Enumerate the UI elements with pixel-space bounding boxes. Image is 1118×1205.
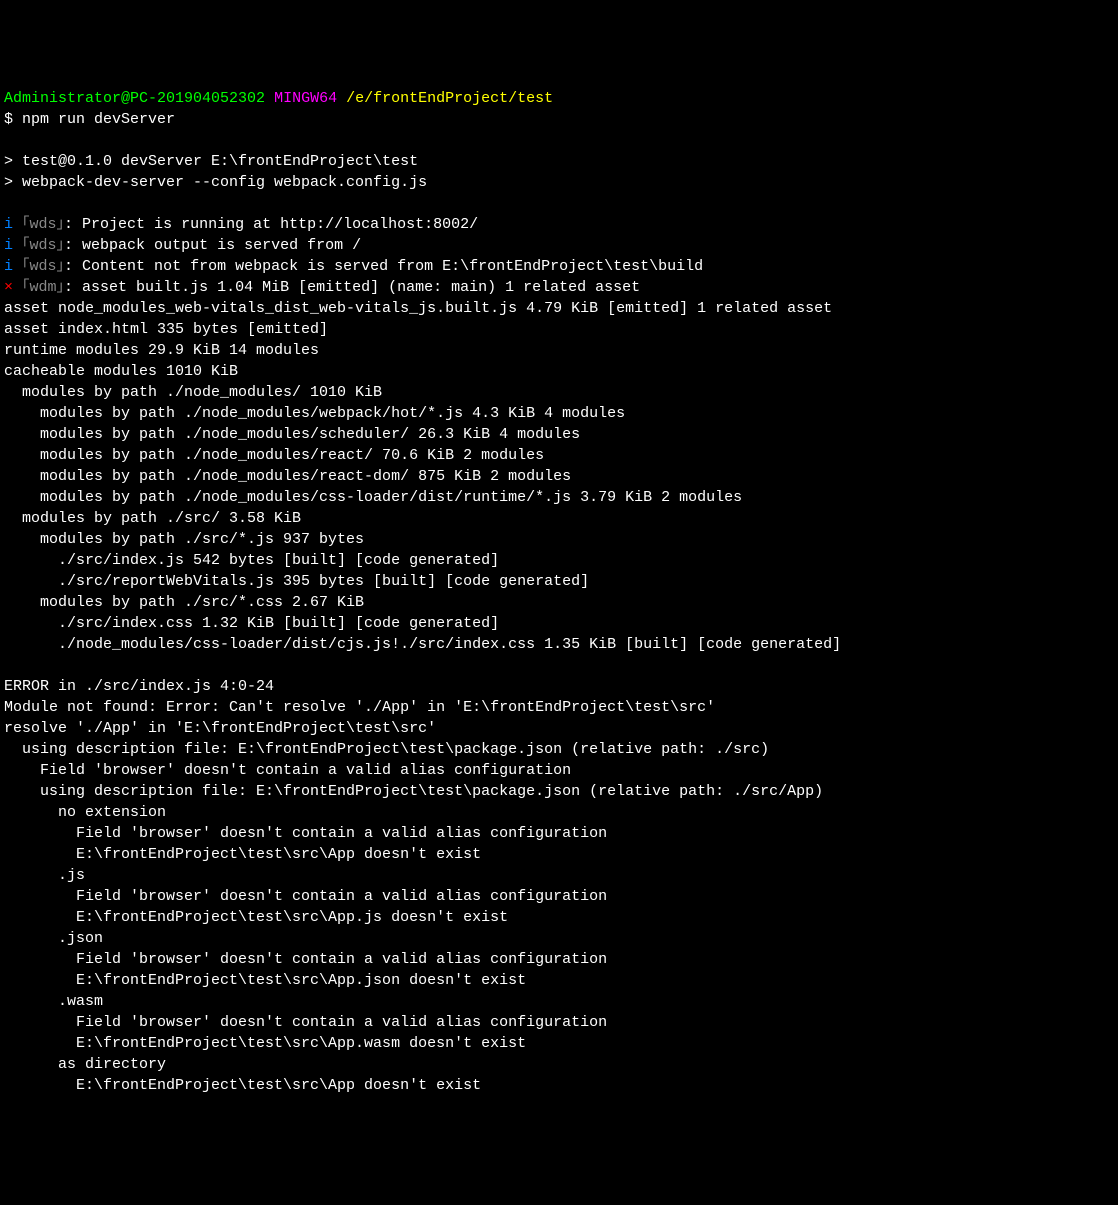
error-line: E:\frontEndProject\test\src\App.json doe… bbox=[4, 970, 1114, 991]
wds-prefix: ｢wds｣ bbox=[22, 216, 64, 233]
error-line: Field 'browser' doesn't contain a valid … bbox=[4, 1012, 1114, 1033]
user-host: Administrator@PC-201904052302 bbox=[4, 90, 265, 107]
error-line: using description file: E:\frontEndProje… bbox=[4, 781, 1114, 802]
error-line: E:\frontEndProject\test\src\App doesn't … bbox=[4, 1075, 1114, 1096]
env: MINGW64 bbox=[274, 90, 337, 107]
wds-text: : webpack output is served from / bbox=[64, 237, 361, 254]
wds-prefix: ｢wds｣ bbox=[22, 258, 64, 275]
module-line: modules by path ./node_modules/scheduler… bbox=[4, 424, 1114, 445]
error-line: as directory bbox=[4, 1054, 1114, 1075]
module-line: modules by path ./node_modules/css-loade… bbox=[4, 487, 1114, 508]
wdm-text: : asset built.js 1.04 MiB [emitted] (nam… bbox=[64, 279, 640, 296]
module-line: modules by path ./src/ 3.58 KiB bbox=[4, 508, 1114, 529]
error-line: E:\frontEndProject\test\src\App.wasm doe… bbox=[4, 1033, 1114, 1054]
module-line: modules by path ./src/*.js 937 bytes bbox=[4, 529, 1114, 550]
error-line: Module not found: Error: Can't resolve '… bbox=[4, 697, 1114, 718]
runtime-line: runtime modules 29.9 KiB 14 modules bbox=[4, 340, 1114, 361]
error-line: .wasm bbox=[4, 991, 1114, 1012]
error-line: no extension bbox=[4, 802, 1114, 823]
wds-text: : Content not from webpack is served fro… bbox=[64, 258, 703, 275]
asset-line: asset index.html 335 bytes [emitted] bbox=[4, 319, 1114, 340]
prompt-symbol: $ bbox=[4, 111, 13, 128]
command-line: $ npm run devServer bbox=[4, 109, 1114, 130]
error-line: resolve './App' in 'E:\frontEndProject\t… bbox=[4, 718, 1114, 739]
error-line: using description file: E:\frontEndProje… bbox=[4, 739, 1114, 760]
cacheable-line: cacheable modules 1010 KiB bbox=[4, 361, 1114, 382]
wds-line-2: i ｢wds｣: webpack output is served from / bbox=[4, 235, 1114, 256]
command: npm run devServer bbox=[22, 111, 175, 128]
error-line: .json bbox=[4, 928, 1114, 949]
module-line: modules by path ./node_modules/webpack/h… bbox=[4, 403, 1114, 424]
error-line: E:\frontEndProject\test\src\App doesn't … bbox=[4, 844, 1114, 865]
wdm-prefix: ｢wdm｣ bbox=[22, 279, 64, 296]
wds-text: : Project is running at http://localhost… bbox=[64, 216, 478, 233]
blank bbox=[4, 655, 1114, 676]
blank bbox=[4, 193, 1114, 214]
info-icon: i bbox=[4, 258, 13, 275]
error-line: .js bbox=[4, 865, 1114, 886]
info-icon: i bbox=[4, 237, 13, 254]
module-line: modules by path ./node_modules/react-dom… bbox=[4, 466, 1114, 487]
error-line: Field 'browser' doesn't contain a valid … bbox=[4, 823, 1114, 844]
module-line: ./src/index.css 1.32 KiB [built] [code g… bbox=[4, 613, 1114, 634]
wds-line-1: i ｢wds｣: Project is running at http://lo… bbox=[4, 214, 1114, 235]
asset-line: asset node_modules_web-vitals_dist_web-v… bbox=[4, 298, 1114, 319]
prompt-line: Administrator@PC-201904052302 MINGW64 /e… bbox=[4, 88, 1114, 109]
module-line: modules by path ./node_modules/react/ 70… bbox=[4, 445, 1114, 466]
module-line: ./src/index.js 542 bytes [built] [code g… bbox=[4, 550, 1114, 571]
error-line: Field 'browser' doesn't contain a valid … bbox=[4, 949, 1114, 970]
npm-header-2: > webpack-dev-server --config webpack.co… bbox=[4, 172, 1114, 193]
info-icon: i bbox=[4, 216, 13, 233]
blank bbox=[4, 130, 1114, 151]
terminal[interactable]: Administrator@PC-201904052302 MINGW64 /e… bbox=[4, 88, 1114, 1096]
module-line: ./src/reportWebVitals.js 395 bytes [buil… bbox=[4, 571, 1114, 592]
module-line: modules by path ./node_modules/ 1010 KiB bbox=[4, 382, 1114, 403]
error-line: Field 'browser' doesn't contain a valid … bbox=[4, 886, 1114, 907]
wds-prefix: ｢wds｣ bbox=[22, 237, 64, 254]
npm-header-1: > test@0.1.0 devServer E:\frontEndProjec… bbox=[4, 151, 1114, 172]
module-line: modules by path ./src/*.css 2.67 KiB bbox=[4, 592, 1114, 613]
error-line: E:\frontEndProject\test\src\App.js doesn… bbox=[4, 907, 1114, 928]
error-line: Field 'browser' doesn't contain a valid … bbox=[4, 760, 1114, 781]
wdm-line: × ｢wdm｣: asset built.js 1.04 MiB [emitte… bbox=[4, 277, 1114, 298]
module-line: ./node_modules/css-loader/dist/cjs.js!./… bbox=[4, 634, 1114, 655]
error-line: ERROR in ./src/index.js 4:0-24 bbox=[4, 676, 1114, 697]
cwd: /e/frontEndProject/test bbox=[346, 90, 553, 107]
error-icon: × bbox=[4, 279, 13, 296]
wds-line-3: i ｢wds｣: Content not from webpack is ser… bbox=[4, 256, 1114, 277]
